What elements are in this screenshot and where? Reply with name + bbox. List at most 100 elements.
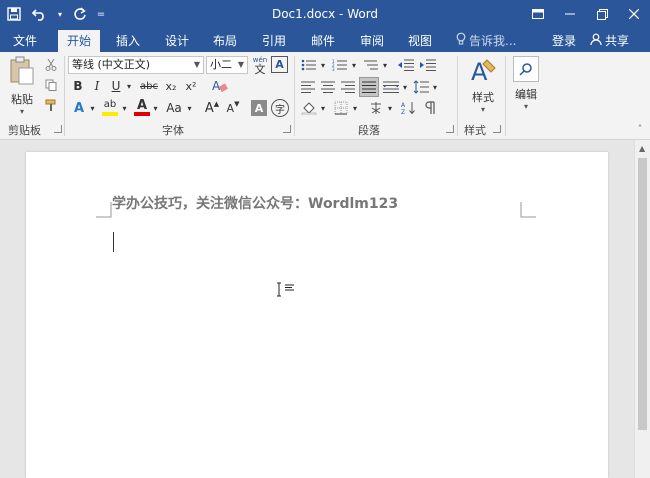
group-separator <box>64 56 65 136</box>
styles-button[interactable]: A 样式 ▾ <box>464 56 502 114</box>
vertical-scrollbar[interactable]: ▲ <box>634 140 650 478</box>
close-icon[interactable] <box>618 0 650 28</box>
align-right-icon[interactable] <box>339 78 357 96</box>
styles-dropdown-icon: ▾ <box>480 105 485 114</box>
underline-button[interactable]: U <box>108 77 124 95</box>
tab-references[interactable]: 引用 <box>254 30 294 52</box>
tab-layout[interactable]: 布局 <box>205 30 245 52</box>
numbering-icon[interactable]: 123 <box>330 56 350 74</box>
scrollbar-thumb[interactable] <box>638 158 647 430</box>
character-border-button[interactable]: A <box>271 56 288 73</box>
justify-icon[interactable] <box>359 77 379 97</box>
share-label: 共享 <box>605 34 630 48</box>
paste-dropdown-icon: ▾ <box>19 107 24 116</box>
copy-icon[interactable] <box>43 77 59 93</box>
editing-dropdown-icon: ▾ <box>523 102 528 111</box>
tab-file[interactable]: 文件 <box>4 30 46 52</box>
lightbulb-icon <box>456 30 466 52</box>
clear-formatting-icon[interactable]: A <box>209 76 231 96</box>
font-launcher[interactable] <box>283 125 291 133</box>
line-spacing-icon[interactable] <box>411 78 431 96</box>
enclose-characters-button[interactable]: 字 <box>271 99 289 117</box>
change-case-button[interactable]: Aa <box>163 98 185 118</box>
decrease-indent-icon[interactable] <box>397 56 415 74</box>
tab-design[interactable]: 设计 <box>157 30 197 52</box>
line-spacing-dropdown-icon[interactable]: ▾ <box>431 78 439 96</box>
shrink-font-button[interactable]: A ▼ <box>224 98 242 118</box>
collapse-ribbon-icon[interactable]: ˆ <box>634 124 646 136</box>
distributed-icon[interactable] <box>381 78 401 96</box>
highlight-color-swatch <box>102 112 118 116</box>
document-heading[interactable]: 学办公技巧，关注微信公众号：Wordlm123 <box>112 193 398 213</box>
multilevel-list-icon[interactable] <box>361 56 381 74</box>
paste-button[interactable]: 粘贴 ▾ <box>6 56 38 116</box>
font-color-dropdown-icon[interactable]: ▾ <box>151 98 160 118</box>
font-name-value: 等线 (中文正文) <box>72 58 151 71</box>
svg-text:A: A <box>401 102 406 109</box>
share-button[interactable]: 共享 <box>590 30 629 52</box>
borders-dropdown-icon[interactable]: ▾ <box>351 99 359 117</box>
scroll-up-icon[interactable]: ▲ <box>639 144 645 153</box>
font-name-combo[interactable]: 等线 (中文正文) ▼ <box>68 56 204 74</box>
italic-button[interactable]: I <box>89 77 105 95</box>
text-cursor <box>113 232 114 252</box>
grow-font-label: A <box>204 100 214 116</box>
numbering-dropdown-icon[interactable]: ▾ <box>350 56 358 74</box>
login-link[interactable]: 登录 <box>552 30 576 52</box>
font-group-label: 字体 <box>162 124 184 137</box>
font-size-combo[interactable]: 小二 ▼ <box>206 56 248 74</box>
distributed-dropdown-icon[interactable]: ▾ <box>401 78 409 96</box>
align-center-icon[interactable] <box>319 78 337 96</box>
margin-marker-top-right <box>520 202 536 218</box>
paragraph-launcher[interactable] <box>446 125 454 133</box>
editing-label: 编辑 <box>515 88 537 101</box>
tab-home[interactable]: 开始 <box>58 30 100 52</box>
svg-text:A: A <box>212 79 221 93</box>
character-shading-button[interactable]: A <box>251 100 267 116</box>
tell-me-box[interactable]: 告诉我... <box>456 30 516 52</box>
strikethrough-button[interactable]: abc <box>138 77 160 95</box>
styles-launcher[interactable] <box>493 125 501 133</box>
superscript-button[interactable]: x² <box>182 77 200 95</box>
change-case-dropdown-icon[interactable]: ▾ <box>185 98 194 118</box>
highlight-dropdown-icon[interactable]: ▾ <box>120 98 129 118</box>
styles-group-label: 样式 <box>464 124 486 137</box>
bullets-dropdown-icon[interactable]: ▾ <box>319 56 327 74</box>
caret-down-icon: ▼ <box>234 100 240 108</box>
font-color-button[interactable]: A <box>133 98 151 118</box>
subscript-button[interactable]: x₂ <box>162 77 180 95</box>
phonetic-guide-char: 文 <box>254 63 266 76</box>
tab-view[interactable]: 视图 <box>400 30 440 52</box>
chinese-layout-dropdown-icon[interactable]: ▾ <box>386 99 394 117</box>
tab-review[interactable]: 审阅 <box>352 30 392 52</box>
shading-icon[interactable] <box>299 99 319 117</box>
clipboard-launcher[interactable] <box>54 125 62 133</box>
ribbon-display-options-icon[interactable] <box>522 0 554 28</box>
bold-button[interactable]: B <box>70 77 86 95</box>
show-formatting-icon[interactable] <box>421 99 439 117</box>
shrink-font-label: A <box>226 101 235 115</box>
underline-dropdown-icon[interactable]: ▾ <box>124 77 134 95</box>
sort-icon[interactable]: AZ <box>399 99 417 117</box>
increase-indent-icon[interactable] <box>419 56 437 74</box>
format-painter-icon[interactable] <box>43 97 59 113</box>
text-effects-button[interactable]: A <box>70 98 88 118</box>
ibeam-cursor-icon <box>275 282 297 301</box>
text-effects-dropdown-icon[interactable]: ▾ <box>88 98 97 118</box>
bullets-icon[interactable] <box>299 56 319 74</box>
cut-icon[interactable] <box>43 57 59 73</box>
editing-button[interactable]: 编辑 ▾ <box>510 56 542 111</box>
restore-icon[interactable] <box>586 0 618 28</box>
borders-icon[interactable] <box>331 99 351 117</box>
highlight-button[interactable]: ab <box>100 98 120 118</box>
svg-text:3: 3 <box>332 67 335 71</box>
shading-dropdown-icon[interactable]: ▾ <box>319 99 327 117</box>
grow-font-button[interactable]: A ▲ <box>203 98 221 118</box>
minimize-icon[interactable] <box>554 0 586 28</box>
chinese-layout-icon[interactable] <box>366 99 386 117</box>
align-left-icon[interactable] <box>299 78 317 96</box>
tab-insert[interactable]: 插入 <box>108 30 148 52</box>
tab-mailings[interactable]: 邮件 <box>303 30 343 52</box>
multilevel-dropdown-icon[interactable]: ▾ <box>381 56 389 74</box>
phonetic-guide-button[interactable]: wén 文 <box>251 54 269 76</box>
